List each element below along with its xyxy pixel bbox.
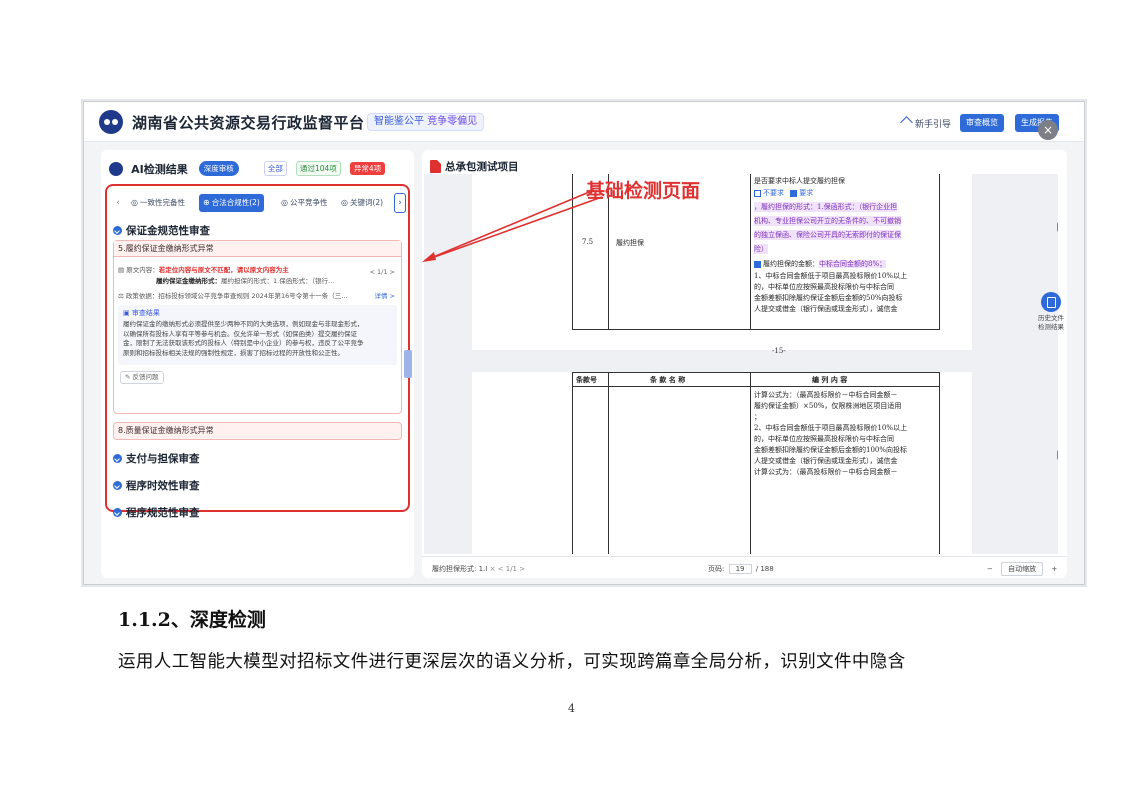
page-number-footer: 4 [568, 702, 575, 715]
section-heading: 1.1.2、深度检测 [118, 609, 266, 631]
annotation-arrows [422, 189, 603, 262]
annotation-arrow [425, 189, 595, 261]
arrow-head [422, 252, 436, 262]
annotation-arrow [425, 196, 603, 261]
body-paragraph: 运用人工智能大模型对招标文件进行更深层次的语义分析，可实现跨篇章全局分析，识别文… [118, 652, 906, 672]
embedded-screenshot: 湖南省公共资源交易行政监督平台 智能鉴公平 竞争零偏见 新手引导 审查概览 生成… [83, 101, 1085, 585]
